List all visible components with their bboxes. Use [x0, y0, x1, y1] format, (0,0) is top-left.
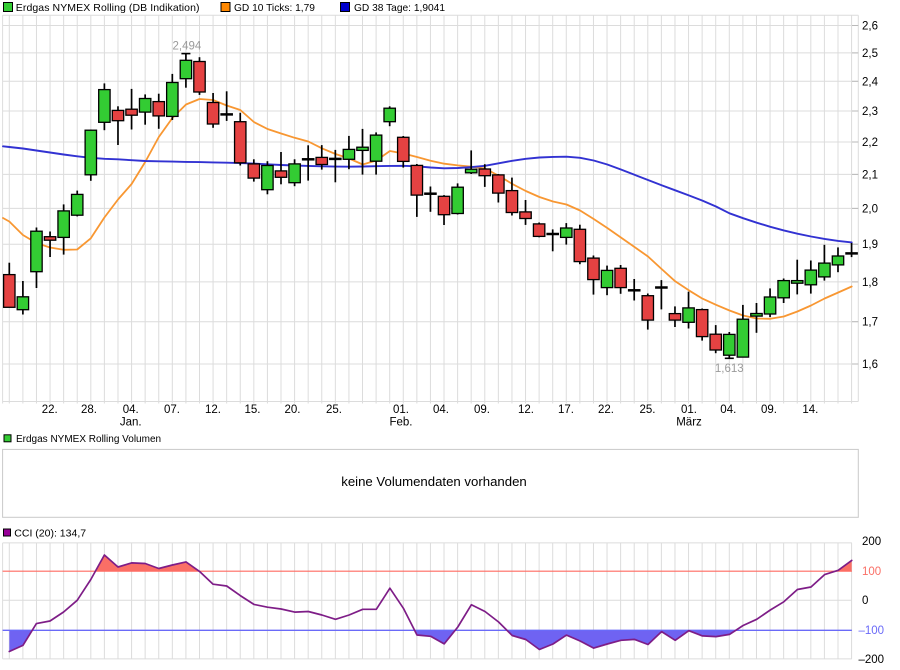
svg-text:2,6: 2,6 — [862, 21, 878, 33]
svg-text:GD 10 Ticks: 1,79: GD 10 Ticks: 1,79 — [234, 3, 315, 14]
svg-text:2,494: 2,494 — [173, 41, 202, 53]
svg-text:2,0: 2,0 — [862, 203, 878, 215]
svg-text:Erdgas NYMEX Rolling Volumen: Erdgas NYMEX Rolling Volumen — [16, 434, 161, 445]
svg-text:0: 0 — [862, 595, 868, 607]
svg-text:Feb.: Feb. — [389, 417, 412, 429]
svg-text:12.: 12. — [518, 404, 534, 416]
svg-text:20.: 20. — [285, 404, 301, 416]
svg-text:CCI (20): 134,7: CCI (20): 134,7 — [14, 528, 86, 540]
svg-text:1,7: 1,7 — [862, 317, 878, 329]
svg-text:1,9: 1,9 — [862, 239, 878, 251]
svg-text:1,613: 1,613 — [715, 363, 744, 375]
svg-text:22.: 22. — [598, 404, 614, 416]
svg-text:2,4: 2,4 — [862, 76, 879, 88]
svg-text:1,8: 1,8 — [862, 277, 878, 289]
svg-text:März: März — [676, 417, 702, 429]
svg-text:22.: 22. — [42, 404, 58, 416]
svg-text:14.: 14. — [802, 404, 818, 416]
svg-text:keine Volumendaten vorhanden: keine Volumendaten vorhanden — [341, 474, 527, 489]
svg-text:25.: 25. — [640, 404, 656, 416]
svg-text:12.: 12. — [205, 404, 221, 416]
svg-text:09.: 09. — [474, 404, 490, 416]
svg-text:25.: 25. — [326, 404, 342, 416]
svg-text:04.: 04. — [433, 404, 449, 416]
svg-text:Erdgas NYMEX Rolling (DB Indik: Erdgas NYMEX Rolling (DB Indikation) — [16, 2, 200, 14]
svg-text:2,2: 2,2 — [862, 137, 878, 149]
svg-text:09.: 09. — [761, 404, 777, 416]
svg-text:17.: 17. — [558, 404, 574, 416]
svg-text:Jan.: Jan. — [120, 417, 142, 429]
svg-text:2,3: 2,3 — [862, 106, 878, 118]
svg-text:1,6: 1,6 — [862, 359, 878, 371]
svg-text:200: 200 — [862, 536, 881, 548]
svg-text:28.: 28. — [81, 404, 97, 416]
svg-text:04.: 04. — [123, 404, 139, 416]
svg-text:01.: 01. — [393, 404, 409, 416]
svg-text:04.: 04. — [720, 404, 736, 416]
svg-text:100: 100 — [862, 566, 881, 578]
svg-text:2,1: 2,1 — [862, 169, 878, 181]
svg-text:15.: 15. — [245, 404, 261, 416]
svg-text:01.: 01. — [681, 404, 697, 416]
svg-text:–200: –200 — [859, 654, 885, 666]
svg-text:07.: 07. — [164, 404, 180, 416]
svg-text:–100: –100 — [859, 625, 885, 637]
svg-text:GD 38 Tage: 1,9041: GD 38 Tage: 1,9041 — [354, 3, 445, 14]
svg-text:2,5: 2,5 — [862, 48, 878, 60]
